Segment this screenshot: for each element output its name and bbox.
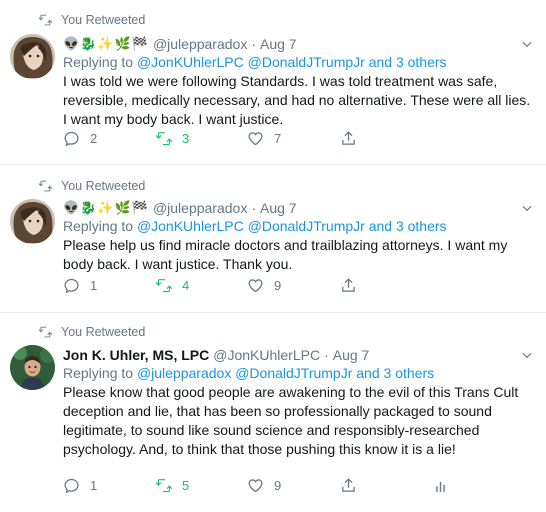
separator-dot: · [251,200,256,216]
replying-prefix: Replying to [63,365,134,381]
retweet-context: You Retweeted [38,325,145,339]
separator-dot: · [251,36,256,52]
reply-button[interactable]: 1 [63,277,97,294]
tweet-text: Please know that good people are awakeni… [63,384,519,457]
tweet-date[interactable]: Aug 7 [260,35,297,53]
tweet-text: I was told we were following Standards. … [63,73,531,127]
tweet-text: Please help us find miracle doctors and … [63,237,508,272]
share-icon [342,477,355,492]
replying-to: Replying to @JonKUhlerLPC @DonaldJTrumpJ… [63,53,534,72]
replying-links[interactable]: @JonKUhlerLPC @DonaldJTrumpJr and 3 othe… [137,218,447,234]
tweet-date[interactable]: Aug 7 [333,346,370,364]
retweet-label: You Retweeted [61,179,146,193]
share-button[interactable] [340,130,367,147]
tweet-menu-button[interactable] [520,37,534,56]
reply-icon [64,278,79,293]
retweet-count: 5 [182,477,190,493]
share-icon [342,277,355,292]
reply-count: 1 [90,477,98,493]
tweet-menu-button[interactable] [520,201,534,220]
reply-count: 1 [90,277,98,293]
tweet[interactable]: You Retweeted Jon K. Uhler, MS, LPC @Jon… [0,313,546,512]
chevron-down-icon [522,205,532,212]
analytics-button[interactable] [432,477,459,494]
separator-dot: · [324,347,329,363]
like-icon [248,278,263,292]
author-handle[interactable]: @JonKUhlerLPC [213,346,320,364]
share-button[interactable] [340,477,367,494]
retweet-context: You Retweeted [38,179,145,193]
retweet-label: You Retweeted [61,13,146,27]
share-icon [342,130,355,145]
chevron-down-icon [522,41,532,48]
tweet[interactable]: You Retweeted 👽🐉✨🌿🏁 @julepparadox · Aug … [0,0,546,165]
retweet-context: You Retweeted [38,13,145,27]
retweet-label: You Retweeted [61,325,146,339]
reply-count: 2 [90,130,98,146]
retweet-button[interactable]: 4 [155,277,189,294]
reply-button[interactable]: 2 [63,130,97,147]
like-icon [248,478,263,492]
retweet-icon [155,478,172,492]
replying-prefix: Replying to [63,54,134,70]
like-count: 9 [274,277,282,293]
retweet-icon [38,180,52,192]
retweet-icon [38,326,52,338]
replying-prefix: Replying to [63,218,134,234]
like-button[interactable]: 9 [247,277,281,294]
replying-links[interactable]: @julepparadox @DonaldJTrumpJr and 3 othe… [137,365,434,381]
tweet-date[interactable]: Aug 7 [260,199,297,217]
author-emoji-name[interactable]: 👽🐉✨🌿🏁 [63,199,149,217]
avatar[interactable] [10,199,55,244]
like-button[interactable]: 9 [247,477,281,494]
retweet-icon [155,131,172,145]
like-icon [248,131,263,145]
replying-to: Replying to @julepparadox @DonaldJTrumpJ… [63,364,534,383]
like-count: 7 [274,130,282,146]
author-handle[interactable]: @julepparadox [153,199,247,217]
author-emoji-name[interactable]: 👽🐉✨🌿🏁 [63,35,149,53]
retweet-icon [155,278,172,292]
like-count: 9 [274,477,282,493]
replying-links[interactable]: @JonKUhlerLPC @DonaldJTrumpJr and 3 othe… [137,54,447,70]
tweet[interactable]: You Retweeted 👽🐉✨🌿🏁 @julepparadox · Aug … [0,165,546,313]
reply-icon [64,478,79,493]
share-button[interactable] [340,277,367,294]
chevron-down-icon [522,352,532,359]
analytics-icon [436,481,445,492]
retweet-count: 3 [182,130,190,146]
avatar[interactable] [10,34,55,79]
avatar[interactable] [10,345,55,390]
retweet-count: 4 [182,277,190,293]
reply-button[interactable]: 1 [63,477,97,494]
retweet-button[interactable]: 5 [155,477,189,494]
tweet-menu-button[interactable] [520,348,534,367]
author-display-name[interactable]: Jon K. Uhler, MS, LPC [63,346,209,364]
retweet-icon [38,14,52,26]
author-handle[interactable]: @julepparadox [153,35,247,53]
retweet-button[interactable]: 3 [155,130,189,147]
like-button[interactable]: 7 [247,130,281,147]
replying-to: Replying to @JonKUhlerLPC @DonaldJTrumpJ… [63,217,534,236]
reply-icon [64,131,79,146]
